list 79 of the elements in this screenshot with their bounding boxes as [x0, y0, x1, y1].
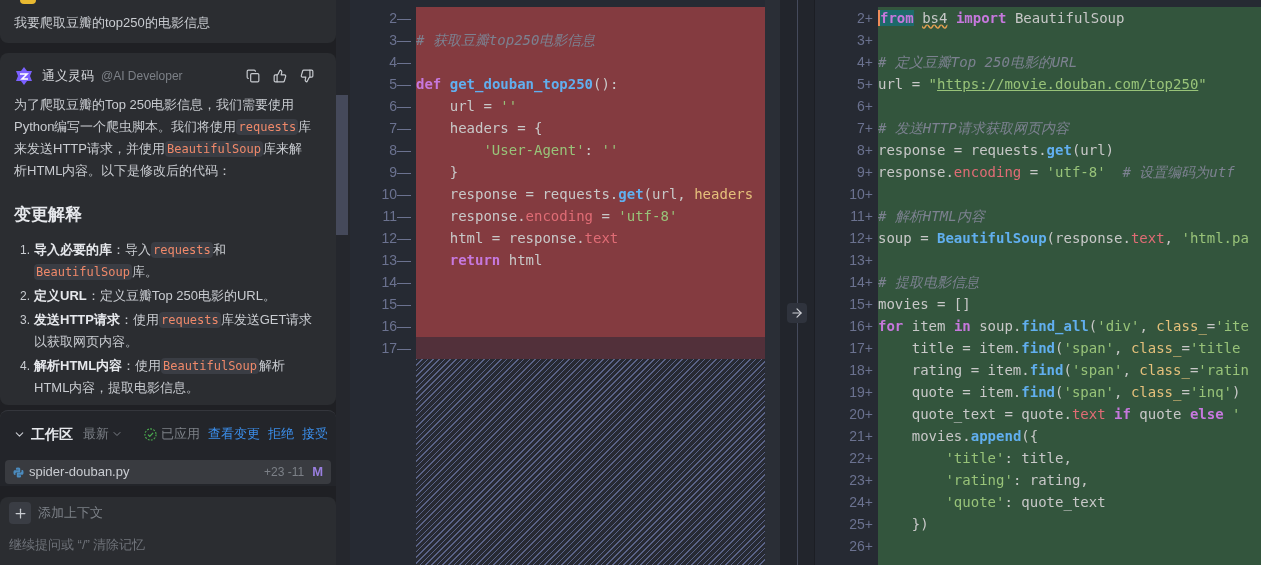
filter-dropdown[interactable]: 最新 [83, 424, 123, 444]
file-status: M [312, 463, 323, 482]
line-number: 6+ [857, 97, 873, 116]
line-number: 26+ [849, 537, 873, 556]
line-number: 5— [389, 75, 411, 94]
arrow-right-icon [790, 306, 804, 320]
line-number: 4+ [857, 53, 873, 72]
line-number: 16+ [849, 317, 873, 336]
thumbs-up-icon[interactable] [273, 69, 287, 83]
line-number: 19+ [849, 383, 873, 402]
line-number: 16— [381, 317, 411, 336]
list-item-text: 发送HTTP请求：使用 requests 库发送GET请求以获取网页内容。 [34, 311, 314, 351]
check-circle-icon [144, 427, 157, 441]
line-number: 9— [389, 163, 411, 182]
list-number: 4. [20, 358, 31, 375]
line-number: 22+ [849, 449, 873, 468]
line-number: 10+ [849, 185, 873, 204]
line-number: 2— [389, 9, 411, 28]
line-number: 24+ [849, 493, 873, 512]
action-link[interactable]: 拒绝 [268, 424, 294, 444]
logo-icon [14, 66, 34, 86]
line-number: 23+ [849, 471, 873, 490]
python-file-icon [13, 466, 24, 478]
line-number: 9+ [857, 163, 873, 182]
line-number: 20+ [849, 405, 873, 424]
line-number: 3+ [857, 31, 873, 50]
workspace-title: 工作区 [31, 424, 73, 444]
line-number: 12— [381, 229, 411, 248]
message-text: 我要爬取豆瓣的top250的电影信息 [14, 14, 211, 32]
list-number: 2. [20, 288, 31, 305]
line-number: 11+ [850, 207, 873, 226]
list-item-text: 定义URL：定义豆瓣Top 250电影的URL。 [34, 287, 276, 305]
line-number: 13— [381, 251, 411, 270]
line-number: 4— [389, 53, 411, 72]
line-number: 21+ [849, 427, 873, 446]
copy-icon[interactable] [246, 69, 260, 83]
line-number: 8— [389, 141, 411, 160]
file-row[interactable]: spider-douban.py +23 -11 M [5, 460, 331, 484]
author-handle: @AI Developer [101, 68, 183, 85]
line-number: 17+ [849, 339, 873, 358]
line-number: 25+ [849, 515, 873, 534]
scrollbar-thumb[interactable] [336, 95, 348, 235]
add-context-button[interactable] [9, 502, 31, 524]
line-number: 13+ [849, 251, 873, 270]
file-name: spider-douban.py [29, 463, 130, 482]
line-number: 17— [381, 339, 411, 358]
line-number: 3— [389, 31, 411, 50]
line-number: 11— [382, 207, 411, 226]
list-number: 3. [20, 312, 31, 329]
input-field[interactable]: 继续提问或 “/” 清除记忆 [9, 534, 327, 554]
line-number: 7+ [857, 119, 873, 138]
chat-input[interactable]: 添加上下文 继续提问或 “/” 清除记忆 [0, 497, 336, 565]
apply-arrow-button[interactable] [787, 303, 807, 323]
line-number: 10— [381, 185, 411, 204]
line-number: 12+ [849, 229, 873, 248]
list-item-text: 解析HTML内容：使用 BeautifulSoup解析HTML内容，提取电影信息。 [34, 357, 287, 397]
line-number: 8+ [857, 141, 873, 160]
action-link[interactable]: 接受 [302, 424, 328, 444]
list-number: 1. [20, 242, 31, 259]
list-item-text: 导入必要的库：导入 requests 和 BeautifulSoup库。 [34, 241, 227, 282]
line-number: 2+ [857, 9, 873, 28]
line-number: 14— [381, 273, 411, 292]
thumbs-down-icon[interactable] [300, 69, 314, 83]
line-number: 5+ [857, 75, 873, 94]
line-number: 7— [389, 119, 411, 138]
add-context-label: 添加上下文 [38, 504, 103, 523]
line-number: 14+ [849, 273, 873, 292]
change-stats: +23 -11 [264, 464, 305, 481]
line-number: 15+ [849, 295, 873, 314]
author-name: 通义灵码 [42, 67, 94, 86]
action-link[interactable]: 查看变更 [208, 424, 260, 444]
line-number: 15— [381, 295, 411, 314]
plus-icon [12, 505, 28, 521]
line-number: 18+ [849, 361, 873, 380]
section-heading: 变更解释 [14, 204, 83, 226]
status-text: 已应用 [161, 425, 200, 444]
line-number: 6— [389, 97, 411, 116]
avatar-icon [20, 0, 36, 4]
message-paragraph: 为了爬取豆瓣的Top 250电影信息，我们需要使用Python编写一个爬虫脚本。我们将使用 requests 库来发送HTTP请求，并使用 BeautifulSoup库来解析HTML内容。以下是修改后的代码： [14, 96, 313, 180]
